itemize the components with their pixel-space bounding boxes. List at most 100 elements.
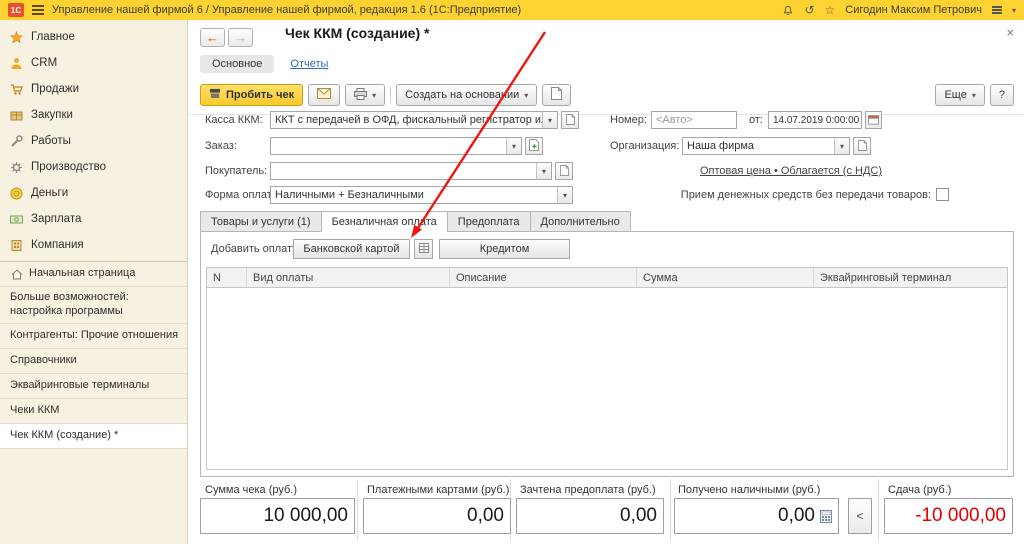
- tab-otchety[interactable]: Отчеты: [290, 58, 328, 70]
- change-field: -10 000,00: [884, 498, 1013, 534]
- payments-table-header: N Вид оплаты Описание Сумма Эквайринговы…: [207, 268, 1007, 288]
- post-check-button[interactable]: Пробить чек: [200, 84, 304, 106]
- detail-tabs: Товары и услуги (1) Безналичная оплата П…: [200, 211, 631, 232]
- favorites-star-icon[interactable]: ☆: [825, 3, 836, 17]
- current-user[interactable]: Сигодин Максим Петрович: [845, 4, 982, 16]
- column-header-summa[interactable]: Сумма: [637, 268, 814, 287]
- column-header-vid-oplaty[interactable]: Вид оплаты: [247, 268, 450, 287]
- payment-form-field[interactable]: Наличными + Безналичными ▾: [270, 186, 573, 204]
- collapse-totals-button[interactable]: <: [848, 498, 872, 534]
- sidebar-item-spravochniki[interactable]: Справочники: [0, 349, 187, 374]
- sidebar-item-home[interactable]: Начальная страница: [0, 262, 187, 287]
- order-field[interactable]: ▾: [270, 137, 522, 155]
- sidebar-item-chek-kkm-sozdanie[interactable]: Чек ККМ (создание) *: [0, 423, 187, 449]
- sidebar-item-crm[interactable]: CRM: [0, 50, 187, 76]
- price-type-link[interactable]: Оптовая цена • Облагается (с НДС): [700, 162, 882, 180]
- sidebar-item-cheki-kkm[interactable]: Чеки ККМ: [0, 399, 187, 424]
- sidebar-item-raboty[interactable]: Работы: [0, 128, 187, 154]
- column-header-terminal[interactable]: Эквайринговый терминал: [814, 268, 1007, 287]
- field-value: 14.07.2019 0:00:00: [773, 114, 860, 126]
- customer-field[interactable]: ▾: [270, 162, 552, 180]
- cash-received-field[interactable]: 0,00: [674, 498, 839, 534]
- pay-by-card-button[interactable]: Банковской картой: [293, 239, 410, 259]
- sidebar-item-label: Работы: [31, 135, 71, 147]
- sidebar-item-zarplata[interactable]: Зарплата: [0, 206, 187, 232]
- kassa-kkm-field[interactable]: ККТ с передачей в ОФД, фискальный регист…: [270, 111, 558, 129]
- sidebar-item-proizvodstvo[interactable]: Производство: [0, 154, 187, 180]
- field-value: [271, 138, 506, 154]
- printer-icon: [354, 87, 368, 103]
- toolbar-divider: [390, 87, 392, 103]
- totals-divider: [878, 479, 879, 541]
- add-payment-label: Добавить оплату:: [211, 243, 301, 255]
- application-window: 1С Управление нашей фирмой 6 / Управлени…: [0, 0, 1024, 544]
- customer-label: Покупатель:: [205, 165, 268, 177]
- dropdown-button[interactable]: ▾: [536, 163, 551, 179]
- tab-tovary-i-uslugi[interactable]: Товары и услуги (1): [200, 211, 321, 232]
- sidebar-item-zakupki[interactable]: Закупки: [0, 102, 187, 128]
- envelope-icon: [317, 88, 332, 102]
- close-icon[interactable]: ×: [1006, 25, 1014, 40]
- payment-type-menu-button[interactable]: [414, 239, 433, 259]
- totals-divider: [670, 479, 671, 541]
- sidebar-item-prodazhi[interactable]: Продажи: [0, 76, 187, 102]
- crm-person-icon: [10, 57, 23, 70]
- tab-beznalichnaya-oplata[interactable]: Безналичная оплата: [320, 211, 447, 232]
- post-check-label: Пробить чек: [226, 89, 295, 101]
- prepaid-sum-label: Зачтена предоплата (руб.): [520, 484, 656, 496]
- open-customer-button[interactable]: [555, 162, 573, 180]
- sidebar-item-kontragenty[interactable]: Контрагенты: Прочие отношения: [0, 324, 187, 349]
- tab-osnovnoe[interactable]: Основное: [200, 55, 275, 73]
- dropdown-button[interactable]: ▾: [834, 138, 849, 154]
- money-coin-icon: [10, 187, 23, 200]
- calendar-icon: [868, 113, 879, 128]
- dropdown-button[interactable]: ▾: [557, 187, 572, 203]
- no-goods-transfer-checkbox[interactable]: [936, 188, 949, 201]
- create-based-on-button[interactable]: Создать на основании ▾: [396, 84, 538, 106]
- tab-predoplata[interactable]: Предоплата: [446, 211, 530, 232]
- document-button[interactable]: [542, 84, 572, 106]
- calculator-icon[interactable]: [820, 509, 832, 523]
- dropdown-button[interactable]: ▾: [542, 112, 557, 128]
- sidebar-item-dengi[interactable]: Деньги: [0, 180, 187, 206]
- sidebar-item-more-options[interactable]: Больше возможностей: настройка программы: [0, 287, 187, 324]
- main-menu-icon[interactable]: [32, 5, 44, 15]
- sidebar-item-kompaniya[interactable]: Компания: [0, 232, 187, 258]
- organization-label: Организация:: [610, 140, 680, 152]
- history-icon[interactable]: ↺: [804, 3, 814, 17]
- create-based-on-label: Создать на основании: [405, 89, 520, 101]
- payment-panel: Добавить оплату: Банковской картой Креди…: [200, 231, 1014, 477]
- production-gear-icon: [10, 161, 23, 174]
- cash-received-label: Получено наличными (руб.): [678, 484, 821, 496]
- service-menu-icon[interactable]: [991, 5, 1002, 15]
- payments-table-body[interactable]: [207, 288, 1007, 469]
- column-header-opisanie[interactable]: Описание: [450, 268, 637, 287]
- open-organization-button[interactable]: [853, 137, 871, 155]
- payment-types-grid-icon: [418, 242, 429, 256]
- number-field[interactable]: <Авто>: [651, 111, 737, 129]
- column-header-n[interactable]: N: [207, 268, 247, 287]
- pay-by-credit-button[interactable]: Кредитом: [439, 239, 570, 259]
- help-button[interactable]: ?: [989, 84, 1014, 106]
- chevron-down-icon[interactable]: ▾: [1012, 6, 1016, 15]
- nav-back-button[interactable]: ←: [200, 28, 225, 47]
- date-field[interactable]: 14.07.2019 0:00:00: [768, 111, 862, 129]
- sidebar-item-ekvayring-terminaly[interactable]: Эквайринговые терминалы: [0, 374, 187, 399]
- notifications-bell-icon[interactable]: [782, 4, 794, 17]
- tab-dopolnitelno[interactable]: Дополнительно: [529, 211, 631, 232]
- field-value: ККТ с передачей в ОФД, фискальный регист…: [275, 114, 542, 126]
- totals-divider: [357, 479, 358, 541]
- titlebar: 1С Управление нашей фирмой 6 / Управлени…: [0, 0, 1024, 20]
- more-button[interactable]: Еще ▾: [935, 84, 985, 106]
- create-order-button[interactable]: [525, 137, 543, 155]
- open-kassa-button[interactable]: [561, 111, 579, 129]
- calendar-button[interactable]: [865, 111, 882, 129]
- 1c-logo-icon: 1С: [8, 3, 24, 17]
- print-button[interactable]: ▾: [345, 84, 386, 106]
- dropdown-button[interactable]: ▾: [506, 138, 521, 154]
- send-email-button[interactable]: [308, 84, 341, 106]
- sidebar-item-glavnoe[interactable]: Главное: [0, 24, 187, 50]
- organization-field[interactable]: Наша фирма ▾: [682, 137, 850, 155]
- nav-forward-button[interactable]: →: [228, 28, 253, 47]
- kassa-kkm-label: Касса ККМ:: [205, 114, 263, 126]
